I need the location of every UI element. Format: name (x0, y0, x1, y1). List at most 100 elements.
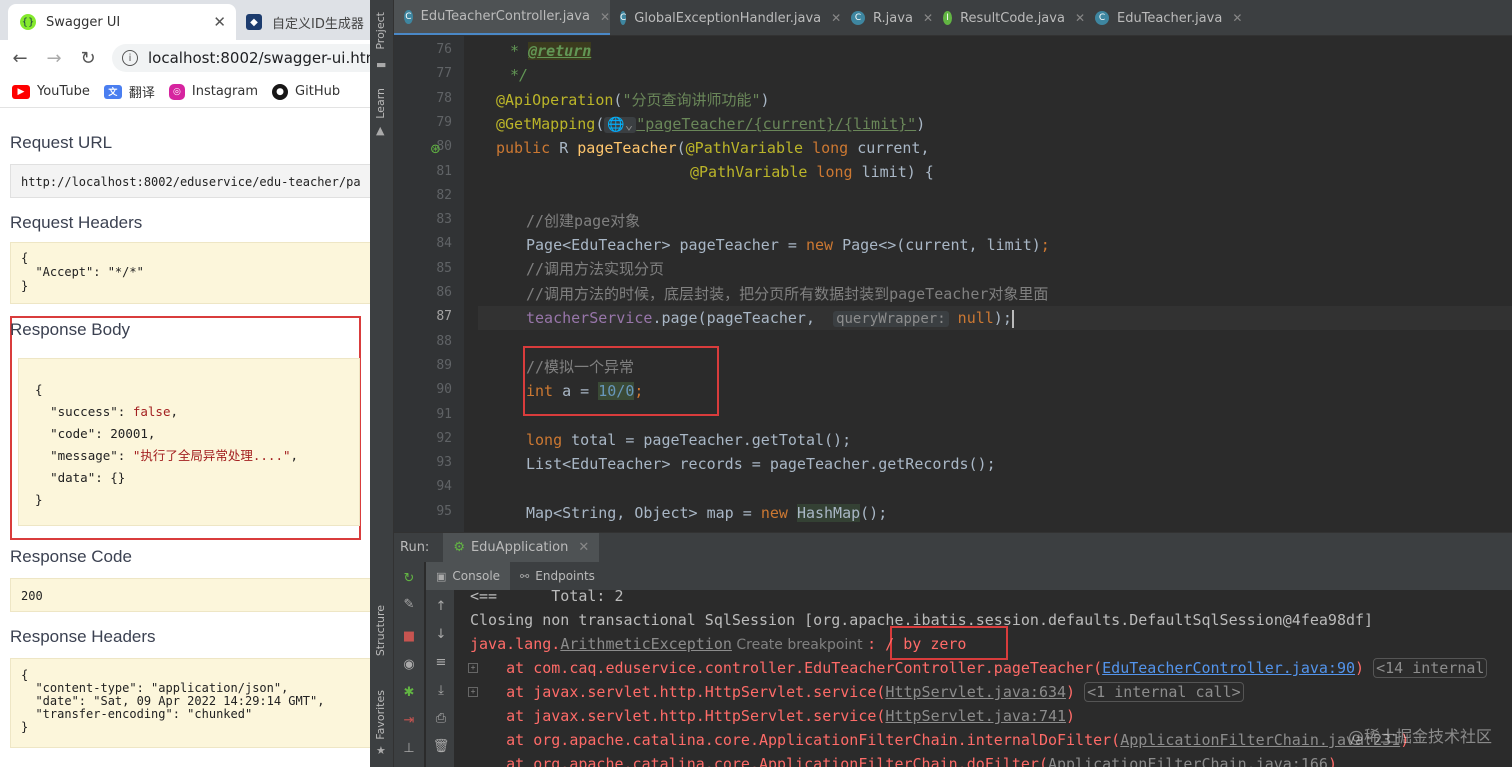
close-icon[interactable]: ✕ (213, 13, 226, 31)
console-line: <== Total: 2 (470, 587, 624, 605)
code-editor[interactable]: * @return */ @ApiOperation("分页查询讲师功能") @… (464, 36, 1512, 532)
swagger-response-panel: Request URL http://localhost:8002/eduser… (0, 108, 370, 767)
structure-tool-label[interactable]: Structure (374, 605, 387, 656)
back-arrow-icon[interactable]: ← (6, 44, 34, 72)
close-icon[interactable]: ✕ (831, 11, 841, 25)
create-breakpoint-link[interactable]: Create breakpoint (732, 637, 867, 653)
run-label: Run: (400, 540, 430, 555)
bookmark-youtube[interactable]: ▶ YouTube (12, 84, 90, 99)
tab-edu-teacher[interactable]: C EduTeacher.java ✕ (1085, 0, 1250, 35)
globe-icon: 🌐⌄ (604, 117, 637, 133)
tab-result-code[interactable]: I ResultCode.java ✕ (933, 0, 1085, 35)
close-icon[interactable]: ✕ (1232, 11, 1242, 25)
site-info-icon[interactable]: i (122, 50, 138, 66)
learn-tool-label[interactable]: Learn (374, 88, 387, 119)
bookmark-label: 翻译 (128, 86, 155, 101)
forward-arrow-icon[interactable]: → (40, 44, 68, 72)
address-bar[interactable]: i localhost:8002/swagger-ui.html (112, 44, 370, 72)
request-headers-title: Request Headers (10, 213, 143, 232)
run-config-tab[interactable]: ⚙ EduApplication ✕ (443, 532, 600, 563)
run-left-toolbar: ↻ ✎ ■ ◉ ✱ ⇥ ⊥ (394, 562, 424, 767)
camera-icon[interactable]: ◉ (400, 656, 418, 674)
internal-calls-fold[interactable]: <1 internal call> (1084, 682, 1244, 702)
code-line-80: public R pageTeacher(@PathVariable long … (496, 139, 930, 157)
code-line-76: * @return (510, 42, 592, 60)
stack-source-link[interactable]: ApplicationFilterChain.java:166 (1048, 755, 1328, 767)
tab-title: R.java (872, 10, 913, 26)
print-icon[interactable]: ⎙ (432, 710, 450, 728)
line-number: 86 (436, 285, 452, 300)
line-number: 81 (436, 163, 452, 179)
browser-tab-id-generator[interactable]: ◆ 自定义ID生成器 (238, 4, 370, 40)
youtube-icon: ▶ (12, 84, 30, 99)
trash-icon[interactable]: 🗑 (432, 738, 450, 756)
graduation-cap-icon: ▲ (376, 124, 385, 137)
bookmark-label: YouTube (37, 84, 90, 99)
java-interface-icon: I (943, 11, 953, 25)
browser-tab-title: Swagger UI (46, 14, 121, 30)
endpoints-icon: ⚯ (520, 569, 530, 583)
request-headers-value: { "Accept": "*/*" } (10, 242, 370, 304)
code-line-83: //创建page对象 (526, 212, 641, 230)
reload-icon[interactable]: ↻ (74, 44, 102, 72)
exception-link[interactable]: ArithmeticException (560, 635, 732, 653)
code-line-93: List<EduTeacher> records = pageTeacher.g… (526, 455, 996, 473)
line-number: 91 (436, 406, 452, 422)
bookmark-github[interactable]: ● GitHub (272, 83, 340, 100)
soft-wrap-icon[interactable]: ≡ (432, 654, 450, 672)
response-body-value: { "success": false, "code": 20001, "mess… (18, 358, 360, 526)
debug-icon[interactable]: ✱ (400, 684, 418, 702)
stop-icon[interactable]: ■ (400, 628, 418, 646)
line-number: 79 (436, 114, 452, 130)
wrench-icon[interactable]: ✎ (400, 596, 418, 614)
scroll-to-end-icon[interactable]: ⤓ (432, 682, 450, 700)
console-line-stack: at org.apache.catalina.core.ApplicationF… (470, 752, 1337, 767)
line-number: 95 (436, 503, 452, 519)
spring-mapping-gutter-icon[interactable]: ⊛ (430, 142, 446, 158)
project-tool-label[interactable]: Project (374, 12, 387, 50)
internal-calls-fold[interactable]: <14 internal (1373, 658, 1488, 678)
java-class-icon: C (404, 9, 413, 24)
expand-icon[interactable]: + (468, 663, 478, 673)
line-number: 93 (436, 455, 452, 471)
spring-boot-icon: ⚙ (453, 540, 465, 555)
code-line-81: @PathVariable long limit) { (690, 163, 934, 181)
line-number: 89 (436, 357, 452, 373)
site-favicon-icon: ◆ (246, 14, 262, 30)
rerun-icon[interactable]: ↻ (400, 570, 418, 588)
stack-source-link[interactable]: HttpServlet.java:634 (885, 683, 1066, 701)
browser-window: {} Swagger UI ✕ ◆ 自定义ID生成器 ← → ↻ i local… (0, 0, 370, 767)
tab-title: EduTeacher.java (1117, 10, 1223, 26)
browser-tab-swagger[interactable]: {} Swagger UI ✕ (8, 4, 236, 40)
run-tool-window-header: Run: ⚙ EduApplication ✕ (394, 532, 1512, 563)
bookmark-instagram[interactable]: ◎ Instagram (168, 83, 258, 100)
line-number: 85 (436, 260, 452, 276)
line-number: 78 (436, 90, 452, 106)
java-class-icon: C (1095, 11, 1109, 25)
console-line-stack: at javax.servlet.http.HttpServlet.servic… (470, 707, 1076, 725)
close-icon[interactable]: ✕ (1075, 11, 1085, 25)
pin-icon[interactable]: ⊥ (400, 740, 418, 758)
tab-title: ResultCode.java (960, 10, 1065, 26)
response-headers-title: Response Headers (10, 627, 156, 646)
arrow-up-icon[interactable]: ↑ (432, 598, 450, 616)
request-url-title: Request URL (10, 133, 113, 152)
line-number: 88 (436, 333, 452, 349)
bookmarks-bar: ▶ YouTube 文 翻译 ◎ Instagram ● GitHub (0, 76, 370, 108)
tab-edu-teacher-controller[interactable]: C EduTeacherController.java ✕ (394, 0, 610, 35)
arrow-down-icon[interactable]: ↓ (432, 626, 450, 644)
favorites-tool-label[interactable]: Favorites (374, 690, 387, 740)
code-line-86: //调用方法的时候，底层封装，把分页所有数据封装到pageTeacher对象里面 (526, 285, 1049, 303)
expand-icon[interactable]: + (468, 687, 478, 697)
close-icon[interactable]: ✕ (923, 11, 933, 25)
exit-icon[interactable]: ⇥ (400, 712, 418, 730)
tab-r-java[interactable]: C R.java ✕ (841, 0, 933, 35)
stack-source-link[interactable]: HttpServlet.java:741 (885, 707, 1066, 725)
tab-global-exception-handler[interactable]: C GlobalExceptionHandler.java ✕ (610, 0, 841, 35)
close-icon[interactable]: ✕ (600, 10, 610, 24)
close-icon[interactable]: ✕ (578, 540, 589, 555)
line-number: 94 (436, 479, 452, 495)
stack-source-link[interactable]: EduTeacherController.java:90 (1102, 659, 1355, 677)
line-number: 90 (436, 382, 452, 398)
bookmark-translate[interactable]: 文 翻译 (103, 82, 155, 101)
